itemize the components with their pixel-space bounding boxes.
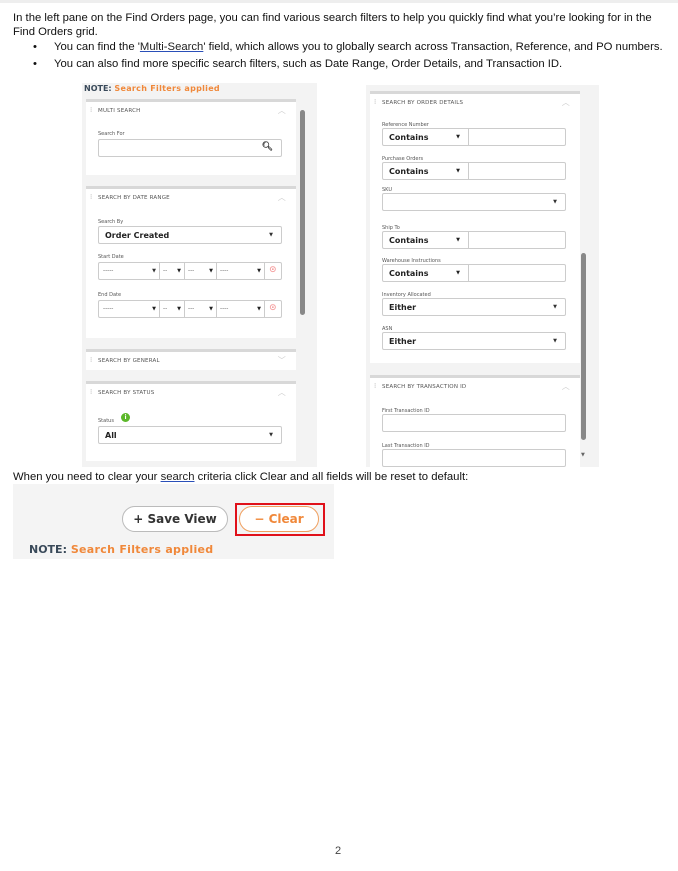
warehouse-instructions-field[interactable]: Contains ▼ — [382, 264, 566, 282]
chevron-up-icon[interactable]: ︿ — [278, 105, 286, 116]
end-date-picker[interactable]: ----- ▼ -- ▼ --- ▼ ---- ▼ ⊙ — [98, 300, 282, 318]
search-by-label: Search By — [98, 219, 124, 225]
first-transaction-input[interactable] — [382, 414, 566, 432]
chevron-up-icon[interactable]: ︿ — [562, 97, 570, 108]
asn-field[interactable]: Either ▼ — [382, 332, 566, 350]
operator-select[interactable]: Contains ▼ — [383, 232, 469, 248]
drag-handle-icon[interactable]: ⁞ — [374, 382, 376, 390]
scrollbar[interactable] — [581, 253, 586, 440]
purchase-orders-input[interactable] — [470, 163, 566, 179]
page-number: 2 — [335, 845, 342, 857]
sku-field[interactable]: ▼ — [382, 193, 566, 211]
reference-number-input[interactable] — [470, 129, 566, 145]
operator-select[interactable]: Contains ▼ — [383, 265, 469, 281]
start-date-label: Start Date — [98, 254, 124, 260]
top-border — [0, 0, 678, 3]
general-card: ⁞ SEARCH BY GENERAL ﹀ — [86, 349, 296, 370]
search-link[interactable]: search — [161, 471, 195, 483]
clear-date-icon[interactable]: ⊙ — [269, 303, 277, 313]
time-select[interactable]: ---- ▼ — [217, 301, 265, 317]
ship-to-field[interactable]: Contains ▼ — [382, 231, 566, 249]
status-select[interactable]: All ▼ — [98, 426, 282, 444]
right-pane-screenshot: ⁞ SEARCH BY ORDER DETAILS ︿ Reference Numb… — [366, 85, 599, 467]
multi-search-link[interactable]: Multi-Search — [140, 41, 203, 53]
buttons-screenshot: + Save View − Clear NOTE: Search Filters… — [13, 484, 334, 559]
chevron-up-icon[interactable]: ︿ — [278, 387, 286, 398]
clear-instructions: When you need to clear your search crite… — [13, 471, 469, 483]
status-label: Status — [98, 418, 114, 424]
drag-handle-icon[interactable]: ⁞ — [90, 106, 92, 114]
note: NOTE: Search Filters applied — [29, 543, 214, 556]
day-select[interactable]: -- ▼ — [160, 263, 185, 279]
status-card: ⁞ SEARCH BY STATUS ︿ Status i All ▼ — [86, 381, 296, 461]
date-range-card: ⁞ SEARCH BY DATE RANGE ︿ Search By Order C… — [86, 186, 296, 338]
note: NOTE: Search Filters applied — [84, 84, 220, 93]
search-for-label: Search For — [98, 131, 125, 137]
operator-select[interactable]: Contains ▼ — [383, 163, 469, 179]
search-icon[interactable]: 🔍︎ — [262, 142, 273, 152]
end-date-label: End Date — [98, 292, 122, 298]
left-pane-screenshot: NOTE: Search Filters applied ⁞ MULTI SEAR… — [82, 83, 317, 467]
month-select[interactable]: ▼ — [99, 263, 160, 279]
ship-to-input[interactable] — [470, 232, 566, 248]
reference-number-field[interactable]: Contains ▼ — [382, 128, 566, 146]
multi-search-card: ⁞ MULTI SEARCH ︿ Search For 🔍︎ — [86, 99, 296, 175]
year-select[interactable]: --- ▼ — [185, 263, 217, 279]
drag-handle-icon[interactable]: ⁞ — [90, 388, 92, 396]
bullet-1: • You can find the 'Multi-Search' field, … — [33, 41, 663, 53]
transaction-header[interactable]: ⁞ SEARCH BY TRANSACTION ID ︿ — [370, 378, 580, 396]
order-details-card: ⁞ SEARCH BY ORDER DETAILS ︿ Reference Numb… — [370, 91, 580, 363]
start-date-picker[interactable]: ----- ▼ -- ▼ --- ▼ ---- ▼ ⊙ — [98, 262, 282, 280]
last-transaction-input[interactable] — [382, 449, 566, 467]
intro-paragraph: In the left pane on the Find Orders page… — [13, 12, 652, 38]
clear-button[interactable]: − Clear — [239, 506, 319, 532]
status-header[interactable]: ⁞ SEARCH BY STATUS ︿ — [86, 384, 296, 402]
warehouse-instructions-input[interactable] — [470, 265, 566, 281]
month-select[interactable]: ▼ — [99, 301, 160, 317]
order-details-header[interactable]: ⁞ SEARCH BY ORDER DETAILS ︿ — [370, 94, 580, 112]
year-select[interactable]: --- ▼ — [185, 301, 217, 317]
chevron-up-icon[interactable]: ︿ — [562, 381, 570, 392]
drag-handle-icon[interactable]: ⁞ — [374, 98, 376, 106]
date-range-header[interactable]: ⁞ SEARCH BY DATE RANGE ︿ — [86, 189, 296, 207]
bullet-2: • You can also find more specific search … — [33, 58, 563, 70]
purchase-orders-field[interactable]: Contains ▼ — [382, 162, 566, 180]
search-by-select[interactable]: Order Created ▼ — [98, 226, 282, 244]
chevron-up-icon[interactable]: ︿ — [278, 192, 286, 203]
search-for-input[interactable]: 🔍︎ — [98, 139, 282, 157]
multi-search-header[interactable]: ⁞ MULTI SEARCH ︿ — [86, 102, 296, 120]
chevron-down-icon[interactable]: ﹀ — [278, 355, 286, 366]
drag-handle-icon[interactable]: ⁞ — [90, 193, 92, 201]
operator-select[interactable]: Contains ▼ — [383, 129, 469, 145]
general-header[interactable]: ⁞ SEARCH BY GENERAL ﹀ — [86, 352, 296, 370]
transaction-card: ⁞ SEARCH BY TRANSACTION ID ︿ First Transac… — [370, 375, 580, 467]
scroll-down-icon[interactable]: ▼ — [581, 452, 585, 458]
time-select[interactable]: ---- ▼ — [217, 263, 265, 279]
clear-date-icon[interactable]: ⊙ — [269, 265, 277, 275]
info-icon[interactable]: i — [121, 413, 130, 422]
save-view-button[interactable]: + Save View — [122, 506, 228, 532]
drag-handle-icon[interactable]: ⁞ — [90, 356, 92, 364]
day-select[interactable]: -- ▼ — [160, 301, 185, 317]
scrollbar[interactable] — [300, 110, 305, 315]
inventory-allocated-field[interactable]: Either ▼ — [382, 298, 566, 316]
